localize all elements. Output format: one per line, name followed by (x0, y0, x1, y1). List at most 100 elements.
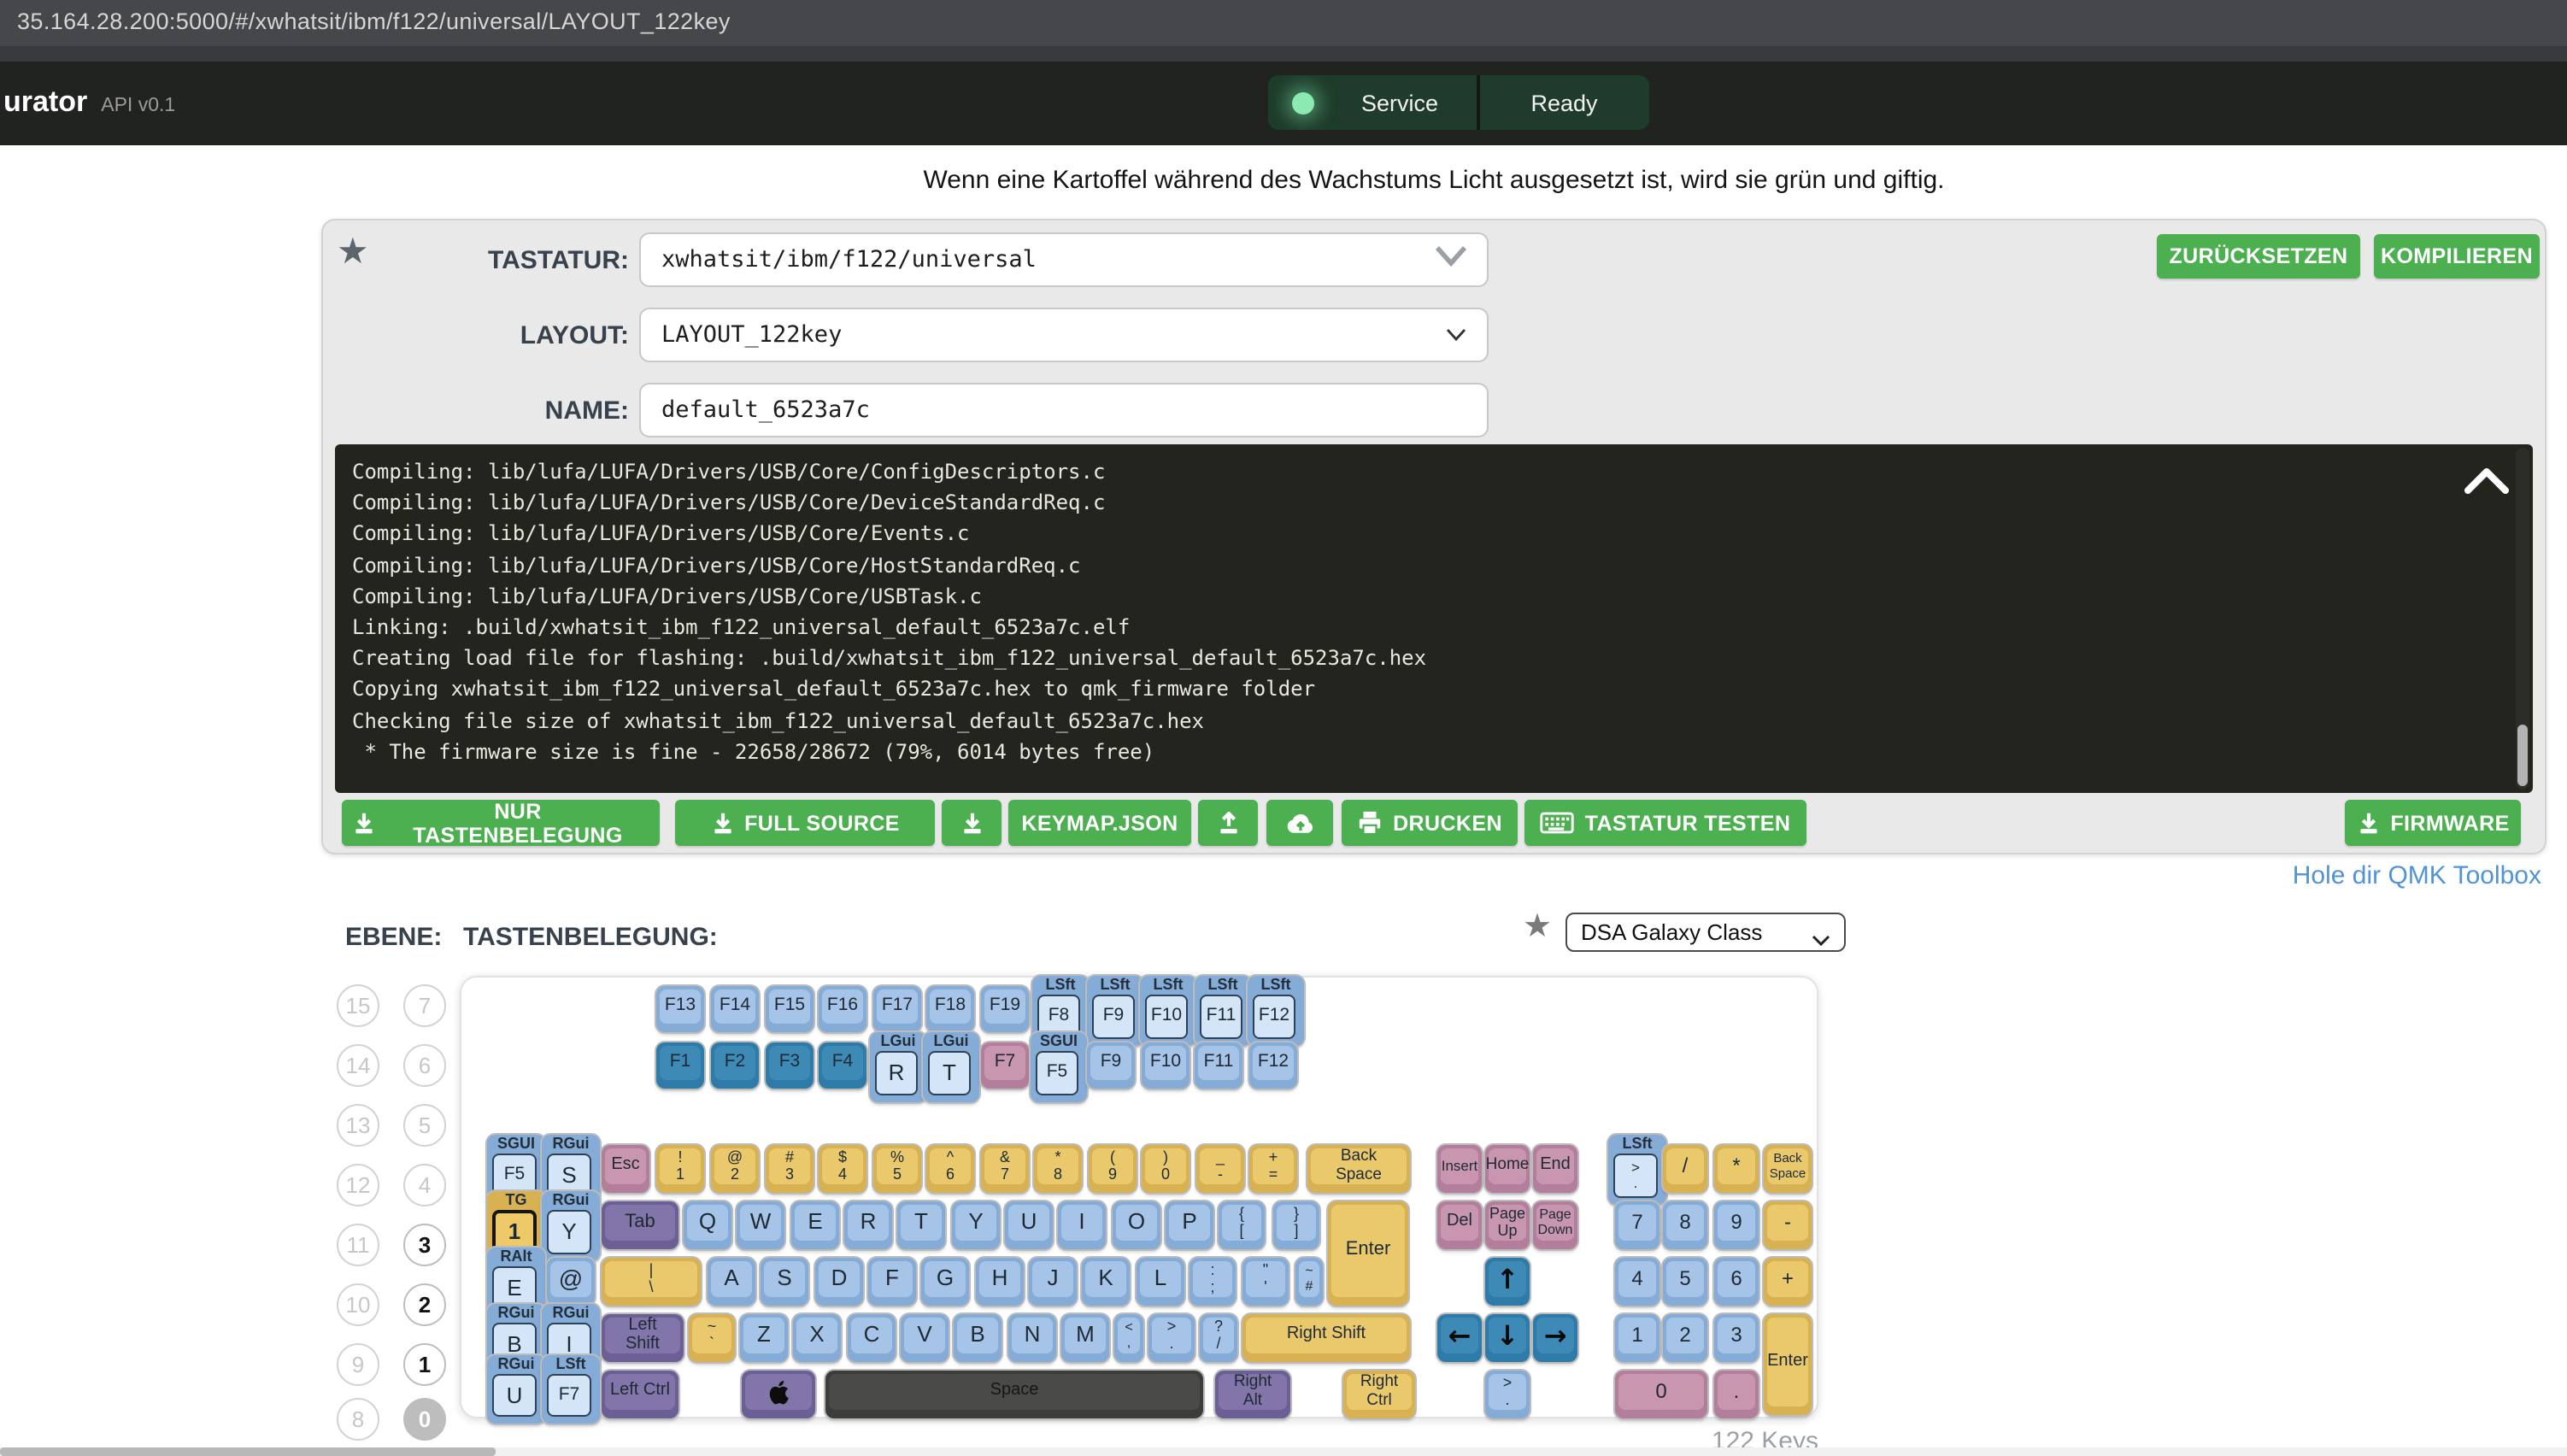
key-W[interactable]: W (737, 1201, 784, 1249)
key-U[interactable]: U (1005, 1201, 1053, 1249)
key-C[interactable]: C (848, 1314, 896, 1362)
key-I[interactable]: I (1058, 1201, 1106, 1249)
key-LSft->-.[interactable]: LSft >. (1608, 1135, 1666, 1205)
key-R[interactable]: R (844, 1201, 892, 1249)
key-%-5[interactable]: % 5 (873, 1145, 921, 1193)
key-→[interactable]: → (1533, 1314, 1577, 1362)
compile-button[interactable]: KOMPILIEREN (2374, 234, 2540, 279)
keyboard-select[interactable]: xwhatsit/ibm/f122/universal (639, 232, 1489, 287)
key-:-;[interactable]: :; (1190, 1258, 1236, 1306)
key-F19[interactable]: F19 (981, 986, 1029, 1032)
key-|-\[interactable]: | \ (602, 1258, 701, 1306)
keycap-style-select[interactable]: DSA Galaxy Class (1565, 913, 1846, 952)
key-F1[interactable]: F1 (656, 1042, 704, 1089)
import-cloud-button[interactable] (1266, 800, 1333, 846)
key-←[interactable]: ← (1437, 1314, 1482, 1362)
key-*[interactable]: * (1714, 1145, 1759, 1193)
horizontal-scrollbar-thumb[interactable] (0, 1447, 496, 1456)
key-F9[interactable]: F9 (1087, 1042, 1135, 1089)
upload-keymap-json-button[interactable] (1198, 800, 1258, 846)
key-Back-Space[interactable]: Back Space (1307, 1145, 1410, 1193)
key-LSft-F7[interactable]: LSft F7 (542, 1355, 600, 1424)
key-Page-Up[interactable]: Page Up (1485, 1201, 1530, 1249)
key-&-7[interactable]: & 7 (981, 1145, 1029, 1193)
layer-button-1[interactable]: 1 (403, 1342, 446, 1385)
key-0[interactable]: 0 (1615, 1371, 1707, 1418)
key-E[interactable]: E (791, 1201, 839, 1249)
layer-button-6[interactable]: 6 (403, 1043, 446, 1086)
layer-button-3[interactable]: 3 (403, 1223, 446, 1265)
key-P[interactable]: P (1166, 1201, 1213, 1249)
key-F7[interactable]: F7 (981, 1042, 1029, 1089)
key-N[interactable]: N (1008, 1314, 1056, 1362)
key-LSft-F11[interactable]: LSft F11 (1195, 976, 1251, 1046)
key-F2[interactable]: F2 (711, 1042, 759, 1089)
key-F4[interactable]: F4 (819, 1042, 866, 1089)
key-B[interactable]: B (954, 1314, 1002, 1362)
key-Esc[interactable]: Esc (602, 1145, 649, 1193)
key-Tab[interactable]: Tab (602, 1201, 678, 1249)
layer-button-8[interactable]: 8 (337, 1397, 379, 1440)
browser-address-bar[interactable]: 35.164.28.200:5000/#/xwhatsit/ibm/f122/u… (0, 0, 2567, 46)
layer-button-13[interactable]: 13 (337, 1103, 379, 1146)
key-@-2[interactable]: @2 (711, 1145, 759, 1193)
key-F14[interactable]: F14 (711, 986, 759, 1032)
key-F12[interactable]: F12 (1249, 1042, 1297, 1089)
layer-button-2[interactable]: 2 (403, 1283, 446, 1325)
key-End[interactable]: End (1533, 1145, 1577, 1193)
key-Space[interactable]: Space (825, 1371, 1203, 1418)
key-"-'[interactable]: " ' (1242, 1258, 1289, 1306)
key-SGUI-F5[interactable]: SGUI F5 (1031, 1032, 1087, 1102)
key-X[interactable]: X (793, 1314, 841, 1362)
key-↑[interactable]: ↑ (1485, 1258, 1530, 1306)
key-F17[interactable]: F17 (873, 986, 921, 1032)
key-F11[interactable]: F11 (1195, 1042, 1242, 1089)
key-F10[interactable]: F10 (1142, 1042, 1190, 1089)
key->-.[interactable]: >. (1485, 1371, 1530, 1418)
key-@[interactable]: @ (547, 1258, 595, 1306)
layer-button-9[interactable]: 9 (337, 1342, 379, 1385)
layer-button-0[interactable]: 0 (403, 1397, 446, 1440)
key-H[interactable]: H (976, 1258, 1024, 1306)
key-+-=[interactable]: + = (1249, 1145, 1297, 1193)
key-F16[interactable]: F16 (819, 986, 866, 1032)
key-LSft-F10[interactable]: LSft F10 (1140, 976, 1196, 1046)
key-Home[interactable]: Home (1485, 1145, 1530, 1193)
layer-button-14[interactable]: 14 (337, 1043, 379, 1086)
key-K[interactable]: K (1082, 1258, 1130, 1306)
layer-button-11[interactable]: 11 (337, 1223, 379, 1265)
key-7[interactable]: 7 (1615, 1201, 1659, 1249)
key-Z[interactable]: Z (740, 1314, 788, 1362)
layer-button-7[interactable]: 7 (403, 983, 446, 1026)
key-J[interactable]: J (1029, 1258, 1077, 1306)
key-O[interactable]: O (1113, 1201, 1160, 1249)
key-RGui-Y[interactable]: RGui Y (542, 1191, 600, 1261)
key--[interactable]: - (1764, 1201, 1812, 1249)
key-/[interactable]: / (1663, 1145, 1707, 1193)
key-~-#[interactable]: ~ # (1295, 1258, 1323, 1306)
key-Del[interactable]: Del (1437, 1201, 1482, 1249)
key->-.[interactable]: >. (1148, 1314, 1195, 1362)
key-Page-Down[interactable]: Page Down (1533, 1201, 1577, 1249)
key-_--[interactable]: _ - (1196, 1145, 1244, 1193)
key-Enter[interactable]: Enter (1764, 1314, 1812, 1415)
key-4[interactable]: 4 (1615, 1258, 1659, 1306)
key-2[interactable]: 2 (1663, 1314, 1707, 1362)
key-G[interactable]: G (921, 1258, 969, 1306)
key-RGui-U[interactable]: RGui U (487, 1355, 545, 1424)
key-S[interactable]: S (761, 1258, 808, 1306)
key-+[interactable]: + (1764, 1258, 1812, 1306)
key-!-1[interactable]: ! 1 (656, 1145, 704, 1193)
key-1[interactable]: 1 (1615, 1314, 1659, 1362)
download-keymap-button[interactable]: NUR TASTENBELEGUNG (342, 799, 660, 847)
key-Back-Space[interactable]: Back Space (1764, 1145, 1812, 1193)
key-Right Shift[interactable]: Right Shift (1242, 1314, 1410, 1362)
key-D[interactable]: D (815, 1258, 863, 1306)
layer-button-5[interactable]: 5 (403, 1103, 446, 1146)
key-$-4[interactable]: $4 (819, 1145, 866, 1193)
layer-button-15[interactable]: 15 (337, 983, 379, 1026)
key-{-[[interactable]: {[ (1219, 1201, 1265, 1249)
key-apple[interactable] (742, 1371, 815, 1418)
key-LGui-T[interactable]: LGui T (923, 1032, 979, 1102)
download-keymap-json-button[interactable] (942, 800, 1002, 846)
